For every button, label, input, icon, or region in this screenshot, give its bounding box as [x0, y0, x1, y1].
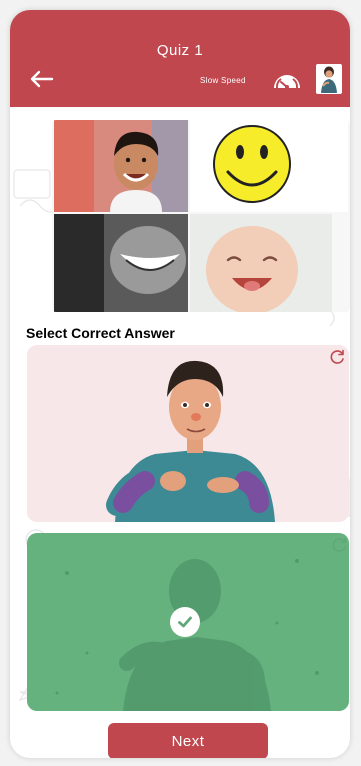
- answer-option-1[interactable]: [27, 345, 349, 522]
- replay-icon[interactable]: [330, 536, 348, 554]
- quiz-image-collage: [54, 120, 348, 312]
- speed-label: Slow Speed: [200, 76, 246, 85]
- sign-avatar-video-1: [106, 360, 275, 522]
- question-text: Select Correct Answer: [26, 325, 175, 341]
- avatar-icon: [321, 66, 337, 93]
- page-title: Quiz 1: [156, 42, 204, 59]
- check-icon: [178, 616, 192, 628]
- app-screen: Quiz 1 Slow Speed Select Correct Answer …: [10, 10, 350, 758]
- replay-icon[interactable]: [328, 348, 346, 366]
- speedometer-icon[interactable]: [272, 68, 302, 90]
- next-button[interactable]: Next: [108, 723, 268, 758]
- back-arrow-icon[interactable]: [28, 69, 54, 89]
- correct-status: [170, 607, 200, 637]
- question-image: [52, 120, 350, 312]
- avatar-button[interactable]: [316, 64, 342, 94]
- app-header: Quiz 1 Slow Speed: [10, 10, 350, 107]
